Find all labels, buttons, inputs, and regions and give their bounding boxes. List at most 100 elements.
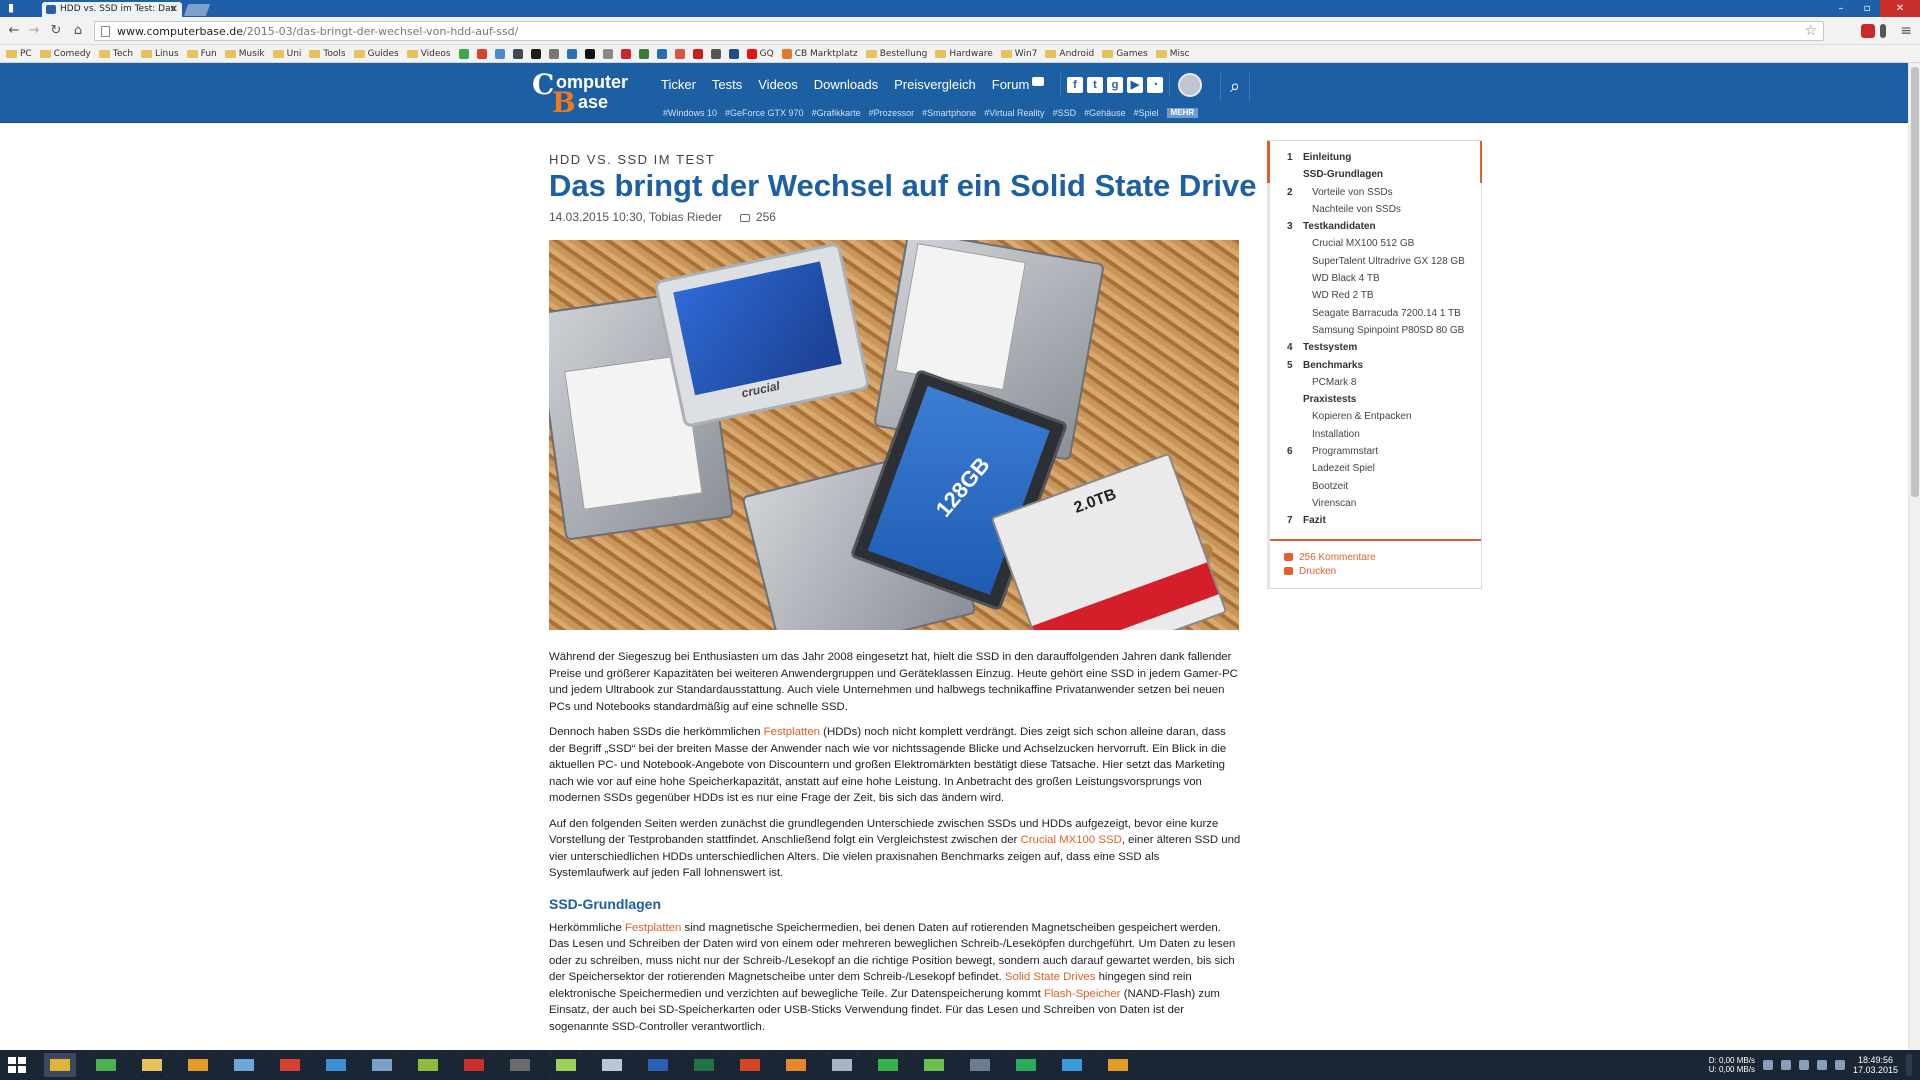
url-text[interactable]: www.computerbase.de/2015-03/das-bringt-d… (117, 24, 518, 39)
bookmark-icon[interactable] (674, 48, 685, 59)
app-icon[interactable] (918, 1053, 950, 1077)
bookmark-folder[interactable]: Tech (98, 49, 133, 59)
notepad-icon[interactable] (550, 1053, 582, 1077)
bookmark-icon[interactable] (656, 48, 667, 59)
bookmark-icon[interactable] (512, 48, 523, 59)
reload-icon[interactable]: ↻ (48, 23, 64, 39)
bookmark-icon[interactable] (620, 48, 631, 59)
volume-icon[interactable] (1834, 1060, 1845, 1070)
toc-item[interactable]: Virenscan (1270, 496, 1481, 513)
app-icon[interactable] (964, 1053, 996, 1077)
chrome-profile-icon[interactable]: ▮ (4, 1, 18, 15)
excel-icon[interactable] (688, 1053, 720, 1077)
chrome-alt-icon[interactable] (90, 1053, 122, 1077)
bookmark-icon[interactable] (692, 48, 703, 59)
tag-link[interactable]: #Windows 10 (663, 108, 717, 118)
facebook-icon[interactable]: f (1067, 77, 1083, 93)
bookmark-folder[interactable]: Bestellung (865, 49, 927, 59)
bookmark-folder[interactable]: Hardware (935, 49, 993, 59)
minimize-icon[interactable]: – (1828, 0, 1854, 17)
toc-item[interactable]: 2 Vorteile von SSDs (1270, 185, 1481, 202)
tag-link[interactable]: #Virtual Reality (984, 108, 1044, 118)
link-solid-state-drives[interactable]: Solid State Drives (1005, 971, 1096, 983)
tray-arrow-icon[interactable] (1762, 1060, 1773, 1070)
powerpoint-icon[interactable] (734, 1053, 766, 1077)
nav-ticker[interactable]: Ticker (661, 77, 696, 92)
bookmark-folder[interactable]: Android (1045, 49, 1094, 59)
toc-item[interactable]: Crucial MX100 512 GB (1270, 236, 1481, 253)
bookmark-icon[interactable] (566, 48, 577, 59)
tag-link[interactable]: #Smartphone (922, 108, 976, 118)
headphones-icon[interactable] (182, 1053, 214, 1077)
tags-more-button[interactable]: MEHR (1166, 108, 1199, 118)
youtube-icon[interactable]: ▶ (1127, 77, 1143, 93)
bookmark-folder[interactable]: Videos (406, 49, 451, 59)
user-avatar[interactable] (1178, 73, 1202, 97)
back-arrow-icon[interactable]: ← (6, 23, 22, 39)
tab-close-icon[interactable]: ✕ (170, 2, 178, 17)
flag-icon[interactable] (1798, 1060, 1809, 1070)
app-icon[interactable] (596, 1053, 628, 1077)
app-icon[interactable] (320, 1053, 352, 1077)
tag-link[interactable]: #Gehäuse (1084, 108, 1126, 118)
toc-item[interactable]: WD Black 4 TB (1270, 271, 1481, 288)
bookmark-folder[interactable]: Games (1102, 49, 1148, 59)
hero-image-ssd-hdd[interactable]: crucial 128GB 2.0TB (549, 240, 1239, 630)
nav-tests[interactable]: Tests (712, 77, 742, 92)
show-desktop-button[interactable] (1906, 1054, 1912, 1076)
link-flash-speicher[interactable]: Flash-Speicher (1044, 988, 1121, 1000)
forward-arrow-icon[interactable]: → (26, 23, 42, 39)
app-icon[interactable] (826, 1053, 858, 1077)
nav-downloads[interactable]: Downloads (814, 77, 878, 92)
chrome-menu-icon[interactable]: ≡ (1900, 23, 1912, 39)
nav-videos[interactable]: Videos (758, 77, 798, 92)
bookmark-icon[interactable] (494, 48, 505, 59)
extension-more-icon[interactable] (1880, 24, 1886, 38)
bookmark-cb-marktplatz[interactable]: CB Marktplatz (781, 48, 858, 59)
tag-link[interactable]: #GeForce GTX 970 (725, 108, 804, 118)
toc-item[interactable]: SuperTalent Ultradrive GX 128 GB (1270, 254, 1481, 271)
browser-tab[interactable]: HDD vs. SSD im Test: Das ✕ (42, 2, 182, 17)
app-icon[interactable] (504, 1053, 536, 1077)
bookmark-icon[interactable] (530, 48, 541, 59)
toc-item[interactable]: WD Red 2 TB (1270, 288, 1481, 305)
nav-forum[interactable]: Forum (992, 77, 1045, 92)
app-icon[interactable] (1010, 1053, 1042, 1077)
bookmark-folder[interactable]: Win7 (1000, 49, 1037, 59)
twitter-icon[interactable]: t (1087, 77, 1103, 93)
toc-item[interactable]: Nachteile von SSDs (1270, 202, 1481, 219)
toc-item[interactable]: Ladezeit Spiel (1270, 461, 1481, 478)
print-link[interactable]: Drucken (1284, 564, 1376, 578)
bookmark-folder[interactable]: Guides (353, 49, 399, 59)
maximize-icon[interactable]: ▫ (1854, 0, 1880, 17)
app-icon[interactable] (228, 1053, 260, 1077)
bookmark-folder[interactable]: Musik (224, 49, 265, 59)
whatsapp-icon[interactable] (872, 1053, 904, 1077)
headphones-icon[interactable] (1102, 1053, 1134, 1077)
link-crucial-mx100[interactable]: Crucial MX100 SSD (1021, 834, 1122, 846)
network-icon[interactable] (1816, 1060, 1827, 1070)
toc-item[interactable]: 7 Fazit (1270, 513, 1481, 530)
bookmark-icon[interactable] (710, 48, 721, 59)
home-icon[interactable]: ⌂ (70, 23, 86, 39)
word-icon[interactable] (642, 1053, 674, 1077)
mail-icon[interactable] (274, 1053, 306, 1077)
filezilla-icon[interactable] (458, 1053, 490, 1077)
toc-item[interactable]: 5 Benchmarks (1270, 358, 1481, 375)
close-window-icon[interactable]: ✕ (1880, 0, 1920, 17)
bookmark-icon[interactable] (584, 48, 595, 59)
google-plus-icon[interactable]: g (1107, 77, 1123, 93)
link-festplatten[interactable]: Festplatten (625, 922, 681, 934)
toc-item[interactable]: Bootzeit (1270, 479, 1481, 496)
app-icon[interactable] (780, 1053, 812, 1077)
tag-link[interactable]: #Spiel (1134, 108, 1159, 118)
new-tab-button[interactable] (183, 4, 211, 16)
file-explorer-icon[interactable] (136, 1053, 168, 1077)
toc-item[interactable]: 4 Testsystem (1270, 340, 1481, 357)
computerbase-logo[interactable]: C omputer B ase (532, 68, 647, 119)
comment-count-link[interactable]: 256 (756, 210, 776, 224)
bookmark-folder[interactable]: Linus (141, 49, 179, 59)
bookmark-icon[interactable] (548, 48, 559, 59)
bookmark-folder[interactable]: Tools (309, 49, 346, 59)
toc-item[interactable]: Kopieren & Entpacken (1270, 409, 1481, 426)
